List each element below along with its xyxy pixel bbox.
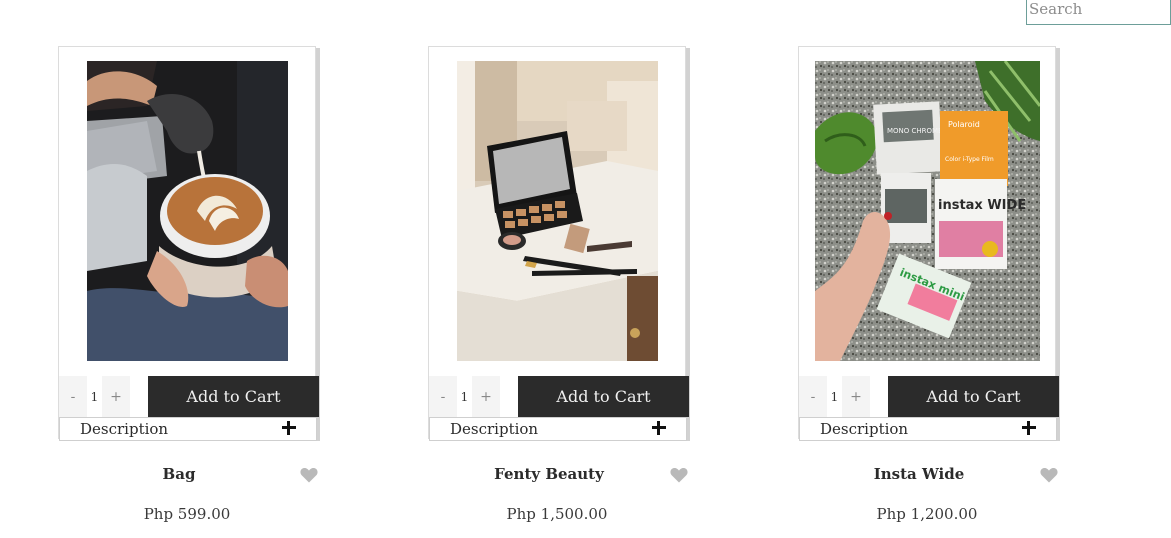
product-price: Php 1,500.00 [506, 505, 608, 523]
plus-icon [1022, 421, 1036, 435]
mono-chrome-box-label: MONO CHROME [887, 127, 943, 135]
product-name[interactable]: Bag [58, 465, 300, 483]
quantity-stepper: - + Add to Cart [59, 376, 319, 417]
product-image-makeup[interactable] [457, 61, 658, 361]
product-card-fenty-beauty: - + Add to Cart Description Fenty Beauty… [428, 46, 690, 536]
quantity-increment-button[interactable]: + [102, 376, 130, 417]
add-to-cart-button[interactable]: Add to Cart [148, 376, 319, 417]
quantity-decrement-button[interactable]: - [59, 376, 87, 417]
product-price: Php 599.00 [143, 505, 231, 523]
product-card-frame: - + Add to Cart Description [58, 46, 319, 441]
heart-icon[interactable] [300, 467, 318, 483]
quantity-increment-button[interactable]: + [472, 376, 500, 417]
color-itype-box-label: Color i-Type Film [945, 156, 994, 163]
quantity-field[interactable] [87, 376, 102, 417]
plus-icon [282, 421, 296, 435]
quantity-decrement-button[interactable]: - [429, 376, 457, 417]
quantity-field[interactable] [457, 376, 472, 417]
heart-icon[interactable] [670, 467, 688, 483]
product-card-frame: MONO CHROME Polaroid Color i-Type Film i… [798, 46, 1059, 441]
heart-icon[interactable] [1040, 467, 1058, 483]
description-label: Description [450, 420, 539, 438]
description-toggle[interactable]: Description [429, 417, 687, 441]
product-name[interactable]: Fenty Beauty [428, 465, 670, 483]
quantity-stepper: - + Add to Cart [799, 376, 1059, 417]
add-to-cart-button[interactable]: Add to Cart [888, 376, 1059, 417]
quantity-field[interactable] [827, 376, 842, 417]
polaroid-box-label: Polaroid [948, 120, 980, 129]
description-toggle[interactable]: Description [59, 417, 317, 441]
product-card-bag: - + Add to Cart Description Bag Php 599.… [58, 46, 320, 536]
product-price: Php 1,200.00 [876, 505, 978, 523]
product-name[interactable]: Insta Wide [798, 465, 1040, 483]
product-card-frame: - + Add to Cart Description [428, 46, 689, 441]
description-toggle[interactable]: Description [799, 417, 1057, 441]
quantity-increment-button[interactable]: + [842, 376, 870, 417]
instax-wide-box-label: instax WIDE [938, 198, 1026, 213]
add-to-cart-button[interactable]: Add to Cart [518, 376, 689, 417]
search-input[interactable] [1026, 0, 1171, 25]
quantity-stepper: - + Add to Cart [429, 376, 689, 417]
description-label: Description [820, 420, 909, 438]
description-label: Description [80, 420, 169, 438]
product-image-coffee[interactable] [87, 61, 288, 361]
quantity-decrement-button[interactable]: - [799, 376, 827, 417]
product-image-instax-film[interactable]: MONO CHROME Polaroid Color i-Type Film i… [815, 61, 1040, 361]
plus-icon [652, 421, 666, 435]
product-card-insta-wide: MONO CHROME Polaroid Color i-Type Film i… [798, 46, 1060, 536]
